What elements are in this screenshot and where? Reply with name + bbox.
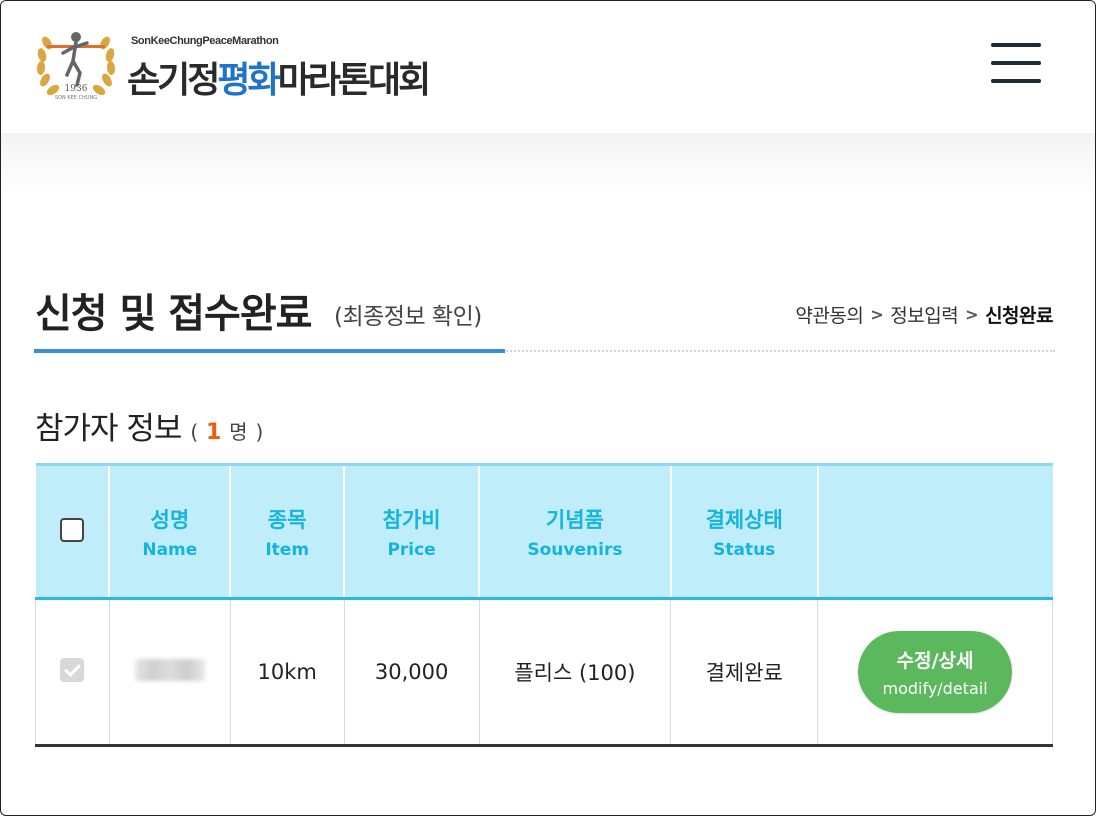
- logo-subtitle: SonKeeChungPeaceMarathon: [131, 35, 279, 47]
- modify-detail-button[interactable]: 수정/상세 modify/detail: [858, 631, 1013, 713]
- row-action-cell: 수정/상세 modify/detail: [817, 598, 1053, 747]
- header-name-en: Name: [142, 539, 198, 560]
- table-row: 10km 30,000 플리스 (100) 결제완료 수정/상세 modify/…: [35, 598, 1053, 747]
- header-status-en: Status: [713, 539, 776, 560]
- section-title-text: 참가자 정보: [35, 411, 182, 447]
- header-price: 참가비 Price: [343, 463, 480, 600]
- breadcrumb-step-info: 정보입력: [890, 305, 959, 327]
- menu-bar-bottom: [991, 79, 1041, 83]
- header-souvenirs-ko: 기념품: [545, 507, 604, 532]
- header-shadow: [1, 133, 1095, 193]
- modify-button-label-en: modify/detail: [882, 679, 988, 698]
- header-name-ko: 성명: [150, 507, 190, 532]
- header-item-en: Item: [265, 539, 310, 560]
- header-item-ko: 종목: [267, 507, 307, 532]
- logo-emblem[interactable]: 1936 SON KEE CHUNG: [33, 23, 119, 103]
- participant-count: 1: [206, 420, 221, 445]
- header-select-all: [35, 463, 110, 600]
- emblem-text: SON KEE CHUNG: [55, 95, 97, 101]
- row-price-cell: 30,000: [343, 598, 480, 747]
- row-souvenir-cell: 플리스 (100): [478, 598, 671, 747]
- breadcrumb-step-complete: 신청완료: [985, 305, 1053, 327]
- row-select-cell: [35, 598, 110, 747]
- chevron-right-icon: >: [965, 305, 979, 324]
- logo-title-part-a: 손기정: [127, 60, 220, 101]
- header-price-en: Price: [387, 539, 436, 560]
- section-paren-open: (: [190, 420, 198, 444]
- chevron-right-icon: >: [870, 305, 884, 324]
- header-name: 성명 Name: [108, 463, 231, 600]
- emblem-year: 1936: [65, 84, 88, 94]
- header-item: 종목 Item: [229, 463, 345, 600]
- title-underline: [34, 349, 505, 353]
- logo-title[interactable]: 손기정평화마라톤대회: [127, 51, 432, 103]
- section-title: 참가자 정보 ( 1 명 ): [35, 403, 263, 448]
- page-frame: 1936 SON KEE CHUNG SonKeeChungPeaceMarat…: [0, 0, 1096, 816]
- breadcrumb: 약관동의 > 정보입력 > 신청완료: [795, 301, 1053, 328]
- logo-title-part-b: 평화: [217, 60, 280, 101]
- participant-table: 성명 Name 종목 Item 참가비 Price 기념품 Souvenirs 결제상태…: [35, 463, 1053, 747]
- header-price-ko: 참가비: [382, 507, 441, 532]
- header-souvenirs: 기념품 Souvenirs: [478, 463, 671, 600]
- menu-bar-middle: [991, 61, 1041, 65]
- header-souvenirs-en: Souvenirs: [527, 539, 623, 560]
- site-header: 1936 SON KEE CHUNG SonKeeChungPeaceMarat…: [1, 1, 1095, 133]
- row-status-cell: 결제완료: [670, 598, 818, 747]
- header-status: 결제상태 Status: [669, 463, 818, 600]
- menu-bar-top: [991, 43, 1041, 47]
- header-actions: [816, 463, 1053, 600]
- select-all-checkbox[interactable]: [59, 517, 84, 542]
- row-name-cell: [108, 598, 231, 747]
- page-subtitle: (최종정보 확인): [334, 304, 482, 330]
- blurred-participant-name: [134, 658, 205, 681]
- row-checkbox: [60, 657, 85, 682]
- logo-title-part-c: 마라톤대회: [277, 60, 432, 101]
- page-title: 신청 및 접수완료: [35, 291, 312, 337]
- participant-unit: 명: [229, 420, 247, 444]
- section-paren-close: ): [255, 420, 263, 444]
- row-item-cell: 10km: [229, 598, 345, 747]
- header-status-ko: 결제상태: [705, 507, 783, 532]
- breadcrumb-step-terms: 약관동의: [795, 305, 864, 327]
- menu-icon[interactable]: [989, 41, 1043, 85]
- table-header-row: 성명 Name 종목 Item 참가비 Price 기념품 Souvenirs 결제상태…: [35, 463, 1053, 600]
- modify-button-label-ko: 수정/상세: [896, 650, 974, 672]
